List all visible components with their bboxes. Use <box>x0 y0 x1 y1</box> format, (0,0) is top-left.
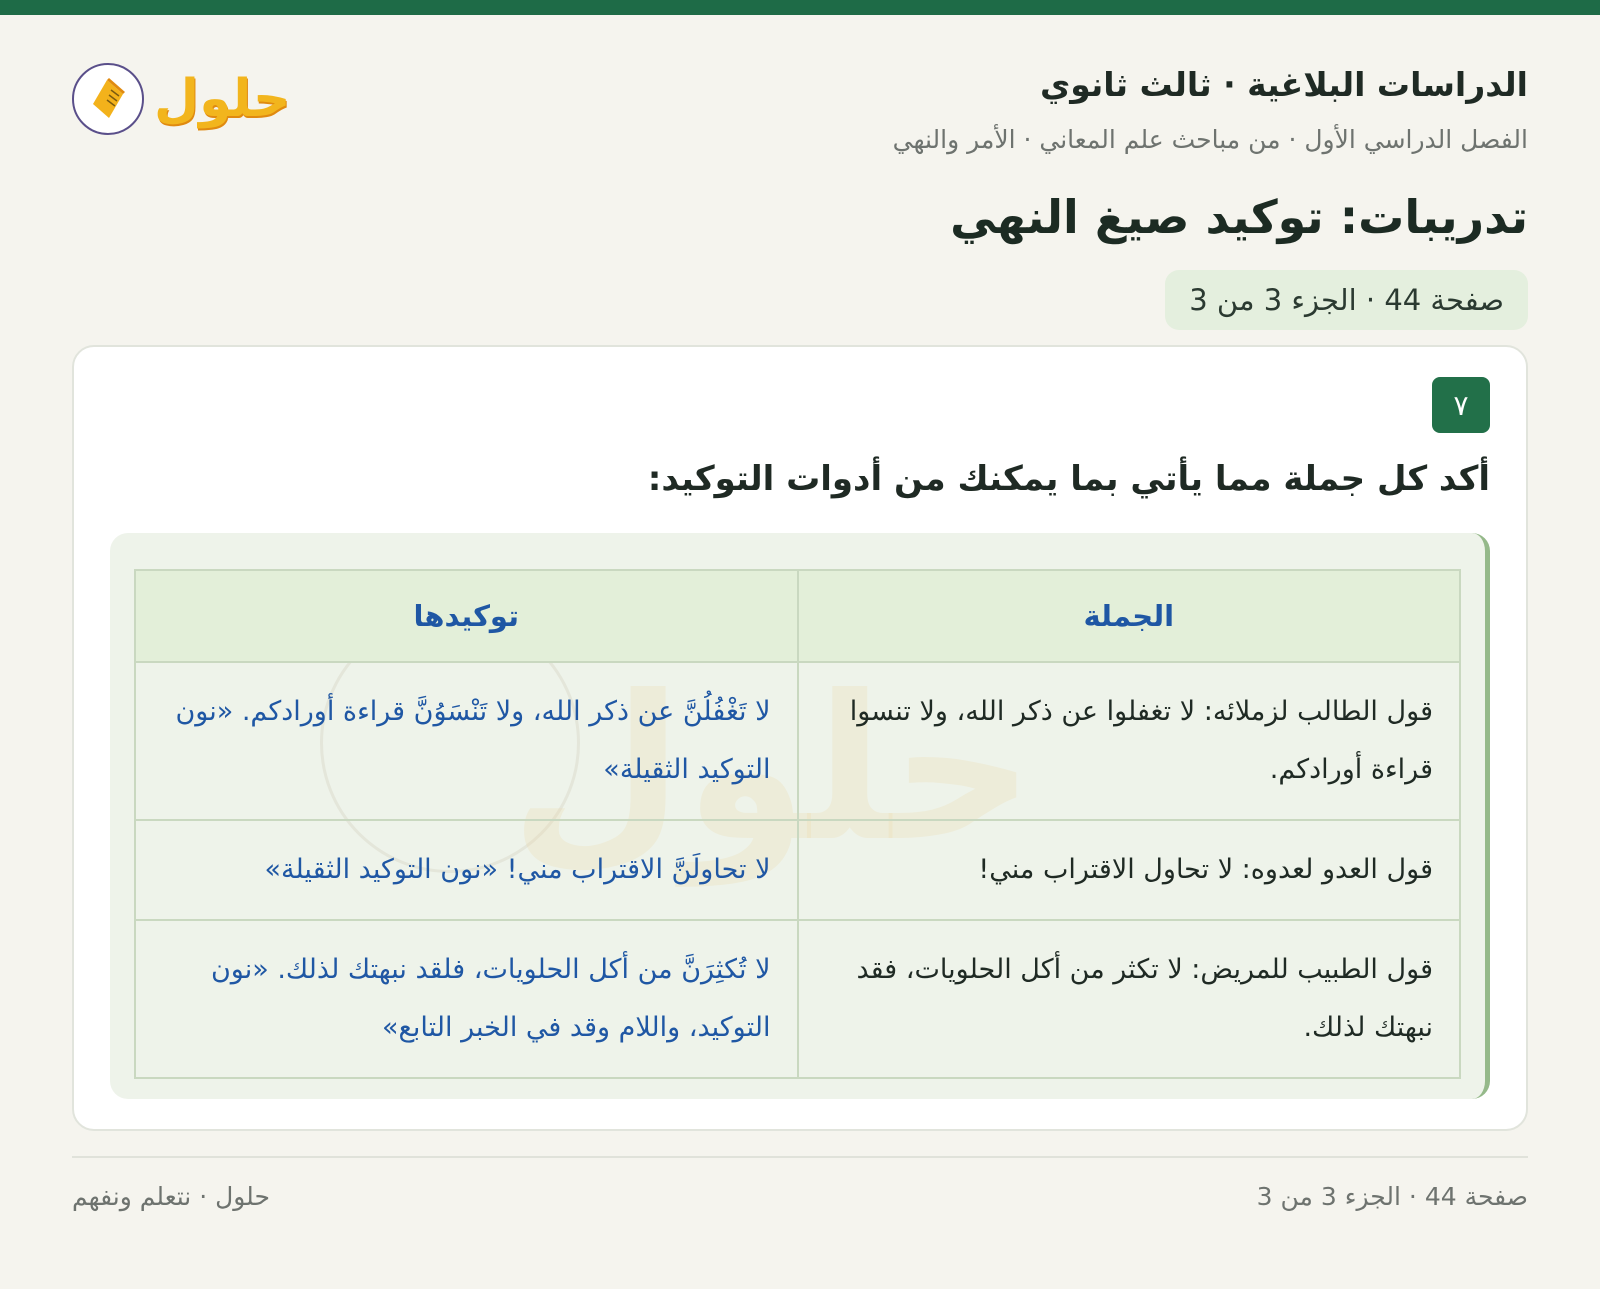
subject-title: الدراسات البلاغية · ثالث ثانوي <box>1039 65 1528 104</box>
page-title: تدريبات: توكيد صيغ النهي <box>950 190 1528 244</box>
question-text: أكد كل جملة مما يأتي بما يمكنك من أدوات … <box>647 459 1490 499</box>
table-row: قول العدو لعدوه: لا تحاول الاقتراب مني! … <box>134 819 1461 921</box>
table-row: قول الطبيب للمريض: لا تكثر من أكل الحلوي… <box>134 919 1461 1079</box>
footer-brand: حلول · نتعلم ونفهم <box>72 1182 270 1211</box>
answer-cell: لا تُكثِرَنَّ من أكل الحلويات، فلقد نبهت… <box>134 919 799 1079</box>
answer-panel: حلول الجملة توكيدها قول الطالب لزملائه: … <box>110 533 1490 1099</box>
table-header-row: الجملة توكيدها <box>134 569 1461 663</box>
answer-cell: لا تَغْفُلُنَّ عن ذكر الله، ولا تَنْسَوُ… <box>134 661 799 821</box>
sentence-cell: قول الطالب لزملائه: لا تغفلوا عن ذكر الل… <box>796 661 1461 821</box>
top-accent-bar <box>0 0 1600 15</box>
exercise-card: ٧ أكد كل جملة مما يأتي بما يمكنك من أدوا… <box>72 345 1528 1131</box>
sentence-cell: قول الطبيب للمريض: لا تكثر من أكل الحلوي… <box>796 919 1461 1079</box>
answer-cell: لا تحاولَنَّ الاقتراب مني! «نون التوكيد … <box>134 819 799 921</box>
breadcrumb: الفصل الدراسي الأول · من مباحث علم المعا… <box>892 125 1528 154</box>
page-badge: صفحة 44 · الجزء 3 من 3 <box>1165 270 1528 330</box>
table-row: قول الطالب لزملائه: لا تغفلوا عن ذكر الل… <box>134 661 1461 821</box>
logo[interactable]: حلول <box>72 63 290 135</box>
column-header-answer: توكيدها <box>134 569 799 663</box>
page-header: الدراسات البلاغية · ثالث ثانوي الفصل الد… <box>72 15 1528 337</box>
book-icon <box>72 63 144 135</box>
footer-page-info: صفحة 44 · الجزء 3 من 3 <box>1256 1182 1528 1211</box>
logo-wordmark: حلول <box>154 69 291 129</box>
sentence-cell: قول العدو لعدوه: لا تحاول الاقتراب مني! <box>796 819 1461 921</box>
column-header-sentence: الجملة <box>796 569 1461 663</box>
question-number-badge: ٧ <box>1432 377 1490 433</box>
exercise-table: الجملة توكيدها قول الطالب لزملائه: لا تغ… <box>134 569 1461 1079</box>
footer-divider <box>72 1156 1528 1158</box>
